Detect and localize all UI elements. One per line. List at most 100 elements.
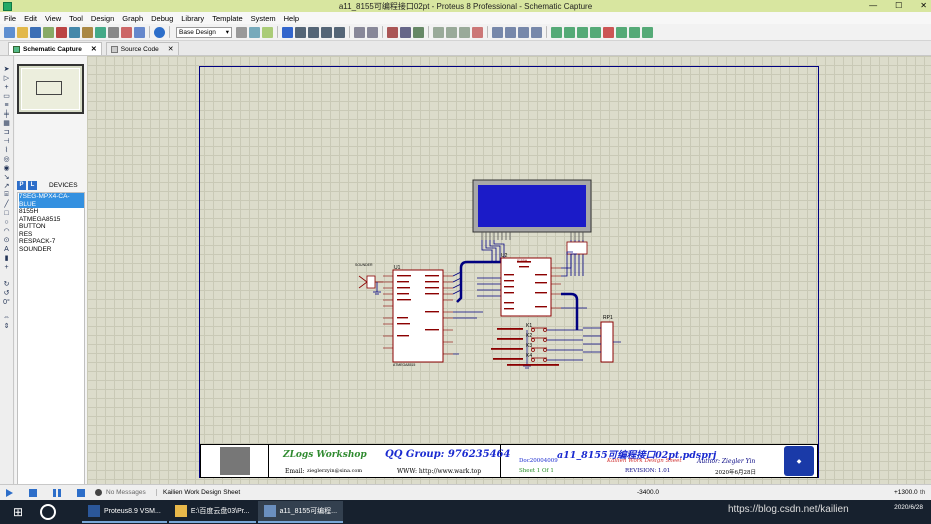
open-file-icon[interactable] <box>17 26 28 38</box>
circle-icon[interactable]: ○ <box>3 218 11 226</box>
bill-of-materials-icon[interactable] <box>629 26 640 38</box>
path-icon[interactable]: ⊙ <box>3 236 11 244</box>
menu-design[interactable]: Design <box>91 14 114 23</box>
zoom-all-icon[interactable] <box>321 26 332 38</box>
menu-debug[interactable]: Debug <box>151 14 173 23</box>
menu-template[interactable]: Template <box>212 14 242 23</box>
device-item[interactable]: SOUNDER <box>19 246 84 254</box>
terminals-icon[interactable]: ⊐ <box>3 128 11 136</box>
text-icon[interactable]: A <box>3 245 11 253</box>
device-pins-icon[interactable]: ⊣ <box>3 137 11 145</box>
menu-system[interactable]: System <box>251 14 276 23</box>
search-icon[interactable] <box>40 504 56 520</box>
selection-mode-icon[interactable]: ➤ <box>3 65 11 73</box>
play-icon[interactable] <box>6 488 13 497</box>
pick-devices-button[interactable]: P <box>17 180 26 190</box>
menu-graph[interactable]: Graph <box>122 14 143 23</box>
gerber-icon[interactable] <box>108 26 119 38</box>
device-item[interactable]: RESPACK-7 <box>19 238 84 246</box>
taskbar-item-proteus[interactable]: a11_8155可编程... <box>257 501 344 523</box>
virtual-instruments-icon[interactable]: ⌸ <box>3 191 11 199</box>
mirror-y-icon[interactable]: ⇕ <box>3 322 11 330</box>
erc-report-icon[interactable] <box>642 26 653 38</box>
schematic-icon[interactable] <box>69 26 80 38</box>
voltage-probe-icon[interactable]: ↘ <box>3 173 11 181</box>
search-tag-icon[interactable] <box>564 26 575 38</box>
bom-icon[interactable] <box>121 26 132 38</box>
paste-icon[interactable] <box>413 26 424 38</box>
pick-device-icon[interactable] <box>492 26 503 38</box>
device-item[interactable]: BUTTON <box>19 223 84 231</box>
wire-autorouter-icon[interactable] <box>551 26 562 38</box>
zoom-area-icon[interactable] <box>334 26 345 38</box>
wire-label-icon[interactable]: ▭ <box>3 92 11 100</box>
pause-icon[interactable] <box>53 488 61 497</box>
cut-icon[interactable] <box>387 26 398 38</box>
mirror-x-icon[interactable]: ⇔ <box>3 313 11 321</box>
new-sheet-icon[interactable] <box>590 26 601 38</box>
property-tool-icon[interactable] <box>577 26 588 38</box>
device-item[interactable]: 8155H <box>19 208 84 216</box>
taskbar-item-word[interactable]: Proteus8.9 VSM... <box>82 501 167 523</box>
text-script-icon[interactable]: ≡ <box>3 101 11 109</box>
marker-icon[interactable]: + <box>3 263 11 271</box>
grid-icon[interactable] <box>249 26 260 38</box>
rotate-clockwise-icon[interactable]: ↻ <box>3 280 11 288</box>
overview-window[interactable] <box>17 64 84 114</box>
library-manager-button[interactable]: L <box>28 180 37 190</box>
design-variant-select[interactable]: Base Design ▾ <box>176 26 232 38</box>
schematic-canvas[interactable]: U1 U2 8155H RP1 SOUNDER ATMEGA8515 K1 K2… <box>87 56 931 484</box>
rotation-readout[interactable]: 0° <box>3 298 11 306</box>
step-icon[interactable] <box>29 488 37 497</box>
make-device-icon[interactable] <box>505 26 516 38</box>
menu-view[interactable]: View <box>45 14 61 23</box>
zoom-out-icon[interactable] <box>308 26 319 38</box>
exit-to-parent-icon[interactable] <box>616 26 627 38</box>
buses-icon[interactable]: ╪ <box>3 110 11 118</box>
rotate-anticlockwise-icon[interactable]: ↺ <box>3 289 11 297</box>
menu-help[interactable]: Help <box>284 14 299 23</box>
tab-source-code[interactable]: Source Code ✕ <box>105 42 179 55</box>
close-project-icon[interactable] <box>43 26 54 38</box>
origin-icon[interactable] <box>262 26 273 38</box>
graph-icon[interactable]: ⌇ <box>3 146 11 154</box>
device-item[interactable]: ATMEGA8515 <box>19 216 84 224</box>
stop-icon[interactable] <box>77 488 85 497</box>
menu-file[interactable]: File <box>4 14 16 23</box>
device-item[interactable]: 7SEG-MPX4-CA-BLUE <box>19 193 84 208</box>
block-rotate-icon[interactable] <box>459 26 470 38</box>
copy-icon[interactable] <box>400 26 411 38</box>
block-delete-icon[interactable] <box>472 26 483 38</box>
block-move-icon[interactable] <box>446 26 457 38</box>
3d-icon[interactable] <box>95 26 106 38</box>
line-icon[interactable]: ╱ <box>3 200 11 208</box>
clock[interactable]: 2020/6/28 <box>894 503 923 512</box>
box-icon[interactable]: □ <box>3 209 11 217</box>
arc-icon[interactable]: ◠ <box>3 227 11 235</box>
pan-icon[interactable] <box>282 26 293 38</box>
current-probe-icon[interactable]: ↗ <box>3 182 11 190</box>
close-tab-icon[interactable]: ✕ <box>168 45 174 53</box>
menu-edit[interactable]: Edit <box>24 14 37 23</box>
undo-icon[interactable] <box>354 26 365 38</box>
block-copy-icon[interactable] <box>433 26 444 38</box>
pcb-icon[interactable] <box>82 26 93 38</box>
refresh-icon[interactable] <box>236 26 247 38</box>
home-icon[interactable] <box>56 26 67 38</box>
generator-icon[interactable]: ◉ <box>3 164 11 172</box>
component-mode-icon[interactable]: ▷ <box>3 74 11 82</box>
close-button[interactable]: ✕ <box>920 1 927 10</box>
junction-dot-icon[interactable]: + <box>3 83 11 91</box>
decompose-icon[interactable] <box>531 26 542 38</box>
source-code-icon[interactable] <box>134 26 145 38</box>
taskbar-item-explorer[interactable]: E:\百度云盘03\Pr... <box>168 501 256 523</box>
messages-status[interactable]: No Messages <box>106 489 156 496</box>
close-tab-icon[interactable]: ✕ <box>91 45 97 53</box>
maximize-button[interactable]: ☐ <box>895 1 902 10</box>
subcircuit-icon[interactable]: ▦ <box>3 119 11 127</box>
help-icon[interactable] <box>154 26 165 38</box>
messages-icon[interactable] <box>95 489 102 496</box>
zoom-in-icon[interactable] <box>295 26 306 38</box>
minimize-button[interactable]: — <box>869 1 877 10</box>
remove-sheet-icon[interactable] <box>603 26 614 38</box>
